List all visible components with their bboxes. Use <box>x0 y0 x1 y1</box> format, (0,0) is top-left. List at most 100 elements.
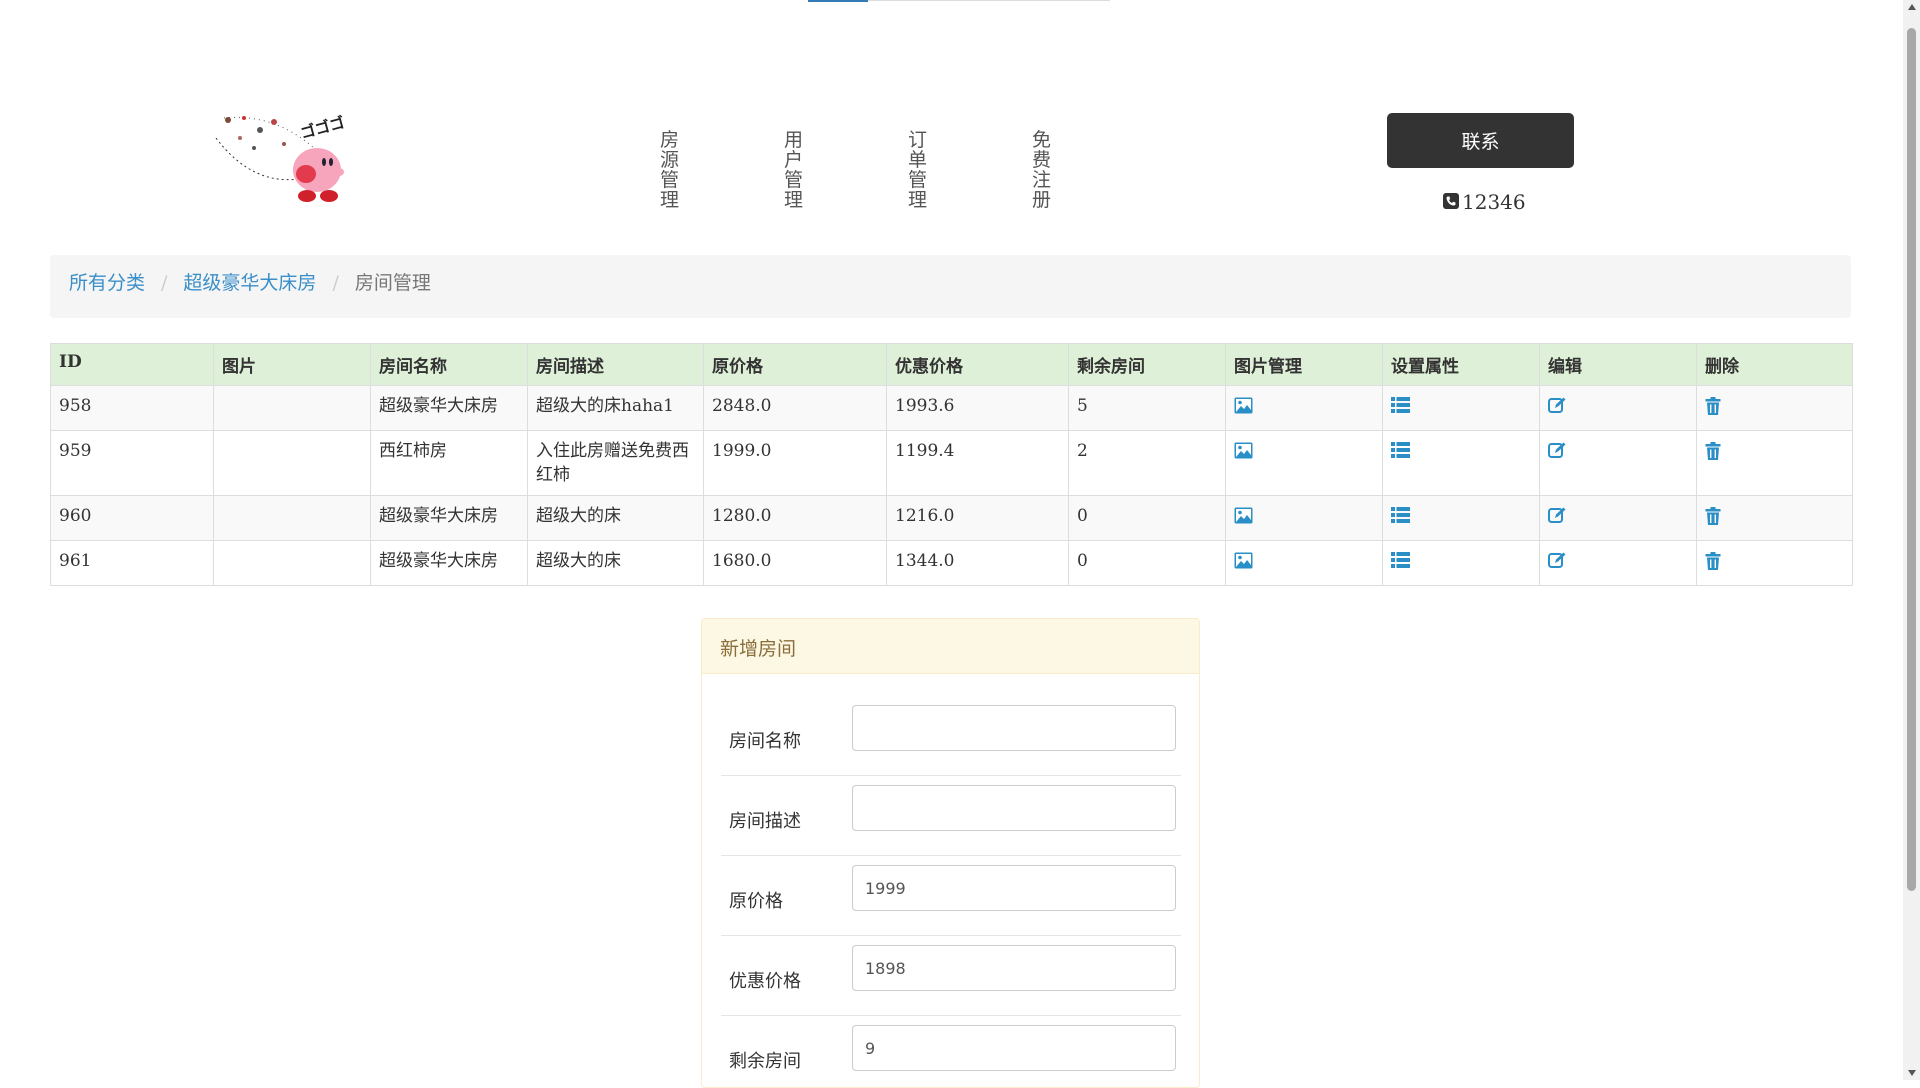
scroll-down-arrow-icon[interactable] <box>1908 1070 1916 1076</box>
column-header-delete: 删除 <box>1696 343 1853 386</box>
price-cell: 1999.0 <box>703 430 887 496</box>
set-properties-button-cell <box>1382 430 1540 496</box>
remaining-cell: 5 <box>1068 385 1226 431</box>
room-name-input[interactable] <box>852 705 1176 751</box>
remaining-input[interactable] <box>852 1025 1176 1071</box>
trash-icon[interactable] <box>1705 439 1721 460</box>
list-icon[interactable] <box>1391 394 1410 413</box>
trash-icon[interactable] <box>1705 549 1721 570</box>
edit-icon[interactable] <box>1548 504 1566 524</box>
discount-cell: 1993.6 <box>886 385 1069 431</box>
list-icon[interactable] <box>1391 504 1410 523</box>
table-row: 960 超级豪华大床房 超级大的床 1280.0 1216.0 0 <box>50 495 1853 541</box>
page-top-indicator <box>808 0 868 2</box>
breadcrumb-all-categories[interactable]: 所有分类 <box>69 272 145 294</box>
form-row-desc: 房间描述 <box>721 775 1181 856</box>
picture-icon[interactable] <box>1234 439 1253 459</box>
room-desc-cell: 入住此房赠送免费西红柿 <box>527 430 704 496</box>
room-name-label: 房间名称 <box>729 731 801 752</box>
delete-button-cell <box>1696 430 1853 496</box>
table-row: 958 超级豪华大床房 超级大的床haha1 2848.0 1993.6 5 <box>50 385 1853 431</box>
price-cell: 1680.0 <box>703 540 887 586</box>
room-desc-cell: 超级大的床 <box>527 495 704 541</box>
trash-icon[interactable] <box>1705 394 1721 415</box>
room-desc-input[interactable] <box>852 785 1176 831</box>
nav-room-management[interactable]: 房源管理 <box>660 130 679 210</box>
edit-button-cell <box>1539 495 1697 541</box>
edit-icon[interactable] <box>1548 394 1566 414</box>
column-header-name: 房间名称 <box>370 343 528 386</box>
delete-button-cell <box>1696 385 1853 431</box>
room-image-cell <box>213 495 371 541</box>
phone-icon <box>1443 190 1462 214</box>
breadcrumb: 所有分类 / 超级豪华大床房 / 房间管理 <box>50 255 1851 318</box>
phone-text: 12346 <box>1462 190 1526 214</box>
column-header-edit: 编辑 <box>1539 343 1697 386</box>
picture-icon[interactable] <box>1234 504 1253 524</box>
room-image-cell <box>213 430 371 496</box>
picture-icon[interactable] <box>1234 549 1253 569</box>
table-header-row: ID 图片 房间名称 房间描述 原价格 优惠价格 剩余房间 图片管理 设置属性 … <box>50 343 1853 386</box>
edit-button-cell <box>1539 430 1697 496</box>
room-desc-cell: 超级大的床haha1 <box>527 385 704 431</box>
remaining-label: 剩余房间 <box>729 1051 801 1072</box>
room-name-cell: 超级豪华大床房 <box>370 495 528 541</box>
delete-button-cell <box>1696 495 1853 541</box>
form-row-remaining: 剩余房间 <box>721 1015 1181 1087</box>
edit-button-cell <box>1539 385 1697 431</box>
set-properties-button-cell <box>1382 385 1540 431</box>
nav-free-register[interactable]: 免费注册 <box>1032 130 1051 210</box>
list-icon[interactable] <box>1391 439 1410 458</box>
scrollbar-thumb[interactable] <box>1907 28 1916 891</box>
room-image-cell <box>213 540 371 586</box>
discount-cell: 1344.0 <box>886 540 1069 586</box>
discount-cell: 1199.4 <box>886 430 1069 496</box>
price-label: 原价格 <box>729 891 783 912</box>
room-image-cell <box>213 385 371 431</box>
breadcrumb-category[interactable]: 超级豪华大床房 <box>183 272 316 294</box>
price-cell: 2848.0 <box>703 385 887 431</box>
column-header-properties: 设置属性 <box>1382 343 1540 386</box>
discount-input[interactable] <box>852 945 1176 991</box>
page-scrollbar[interactable] <box>1903 0 1920 1080</box>
column-header-price: 原价格 <box>703 343 887 386</box>
table-row: 961 超级豪华大床房 超级大的床 1680.0 1344.0 0 <box>50 540 1853 586</box>
svg-text:ゴゴゴ: ゴゴゴ <box>298 113 346 142</box>
remaining-cell: 0 <box>1068 495 1226 541</box>
picture-icon[interactable] <box>1234 394 1253 414</box>
trash-icon[interactable] <box>1705 504 1721 525</box>
form-row-name: 房间名称 <box>721 695 1181 776</box>
add-room-panel: 新增房间 房间名称 房间描述 原价格 优惠价格 剩余房间 <box>701 618 1200 1088</box>
remaining-cell: 2 <box>1068 430 1226 496</box>
image-manage-button-cell <box>1225 385 1383 431</box>
price-input[interactable] <box>852 865 1176 911</box>
nav-user-management[interactable]: 用户管理 <box>784 130 803 210</box>
room-id-cell: 959 <box>50 430 214 496</box>
main-nav: 房源管理 用户管理 订单管理 免费注册 <box>660 130 1156 210</box>
room-id-cell: 958 <box>50 385 214 431</box>
column-header-image: 图片 <box>213 343 371 386</box>
discount-cell: 1216.0 <box>886 495 1069 541</box>
set-properties-button-cell <box>1382 540 1540 586</box>
table-row: 959 西红柿房 入住此房赠送免费西红柿 1999.0 1199.4 2 <box>50 430 1853 496</box>
edit-icon[interactable] <box>1548 549 1566 569</box>
room-table-container: ID 图片 房间名称 房间描述 原价格 优惠价格 剩余房间 图片管理 设置属性 … <box>50 343 1853 586</box>
discount-label: 优惠价格 <box>729 971 801 992</box>
edit-button-cell <box>1539 540 1697 586</box>
contact-button[interactable]: 联系 <box>1387 113 1574 168</box>
price-cell: 1280.0 <box>703 495 887 541</box>
image-manage-button-cell <box>1225 430 1383 496</box>
breadcrumb-current: 房间管理 <box>354 272 431 294</box>
column-header-id: ID <box>50 343 214 386</box>
edit-icon[interactable] <box>1548 439 1566 459</box>
breadcrumb-separator: / <box>332 272 339 294</box>
room-table: ID 图片 房间名称 房间描述 原价格 优惠价格 剩余房间 图片管理 设置属性 … <box>50 343 1853 586</box>
list-icon[interactable] <box>1391 549 1410 568</box>
room-id-cell: 960 <box>50 495 214 541</box>
scroll-up-arrow-icon[interactable] <box>1908 4 1916 10</box>
image-manage-button-cell <box>1225 495 1383 541</box>
kirby-logo-icon[interactable]: ゴゴゴ <box>214 108 360 208</box>
room-name-cell: 超级豪华大床房 <box>370 385 528 431</box>
form-row-discount: 优惠价格 <box>721 935 1181 1016</box>
nav-order-management[interactable]: 订单管理 <box>908 130 927 210</box>
